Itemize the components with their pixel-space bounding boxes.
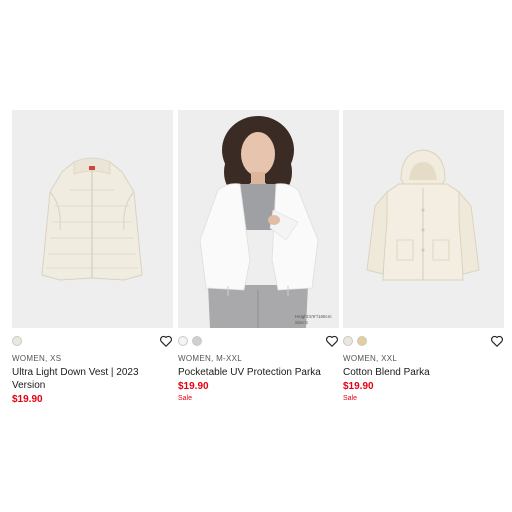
heart-outline-icon[interactable] bbox=[490, 334, 504, 348]
color-swatches bbox=[343, 336, 367, 348]
product-price: $19.90 bbox=[12, 394, 43, 405]
product-image-cotton-parka[interactable] bbox=[343, 110, 504, 328]
sale-badge: Sale bbox=[178, 395, 193, 402]
color-swatch[interactable] bbox=[343, 336, 353, 346]
product-grid: WOMEN, XS Ultra Light Down Vest | 2023 V… bbox=[12, 110, 504, 410]
model-size-caption: Height:5'6"/168cm Size:S bbox=[295, 314, 331, 326]
color-swatches bbox=[178, 336, 202, 348]
product-meta: WOMEN, XS bbox=[12, 354, 62, 363]
product-name[interactable]: Cotton Blend Parka bbox=[343, 366, 501, 379]
product-meta: WOMEN, M-XXL bbox=[178, 354, 243, 363]
product-image-down-vest[interactable] bbox=[12, 110, 173, 328]
product-meta: WOMEN, XXL bbox=[343, 354, 398, 363]
product-name[interactable]: Ultra Light Down Vest | 2023 Version bbox=[12, 366, 170, 392]
product-price: $19.90 bbox=[343, 381, 374, 392]
color-swatch[interactable] bbox=[178, 336, 188, 346]
color-swatch[interactable] bbox=[192, 336, 202, 346]
heart-outline-icon[interactable] bbox=[325, 334, 339, 348]
product-price: $19.90 bbox=[178, 381, 209, 392]
heart-outline-icon[interactable] bbox=[159, 334, 173, 348]
model-size-text: Size:S bbox=[295, 320, 309, 325]
product-name[interactable]: Pocketable UV Protection Parka bbox=[178, 366, 336, 379]
product-image-uv-parka[interactable]: Height:5'6"/168cm Size:S bbox=[178, 110, 339, 328]
color-swatches bbox=[12, 336, 22, 348]
color-swatch[interactable] bbox=[357, 336, 367, 346]
sale-badge: Sale bbox=[343, 395, 358, 402]
color-swatch[interactable] bbox=[12, 336, 22, 346]
